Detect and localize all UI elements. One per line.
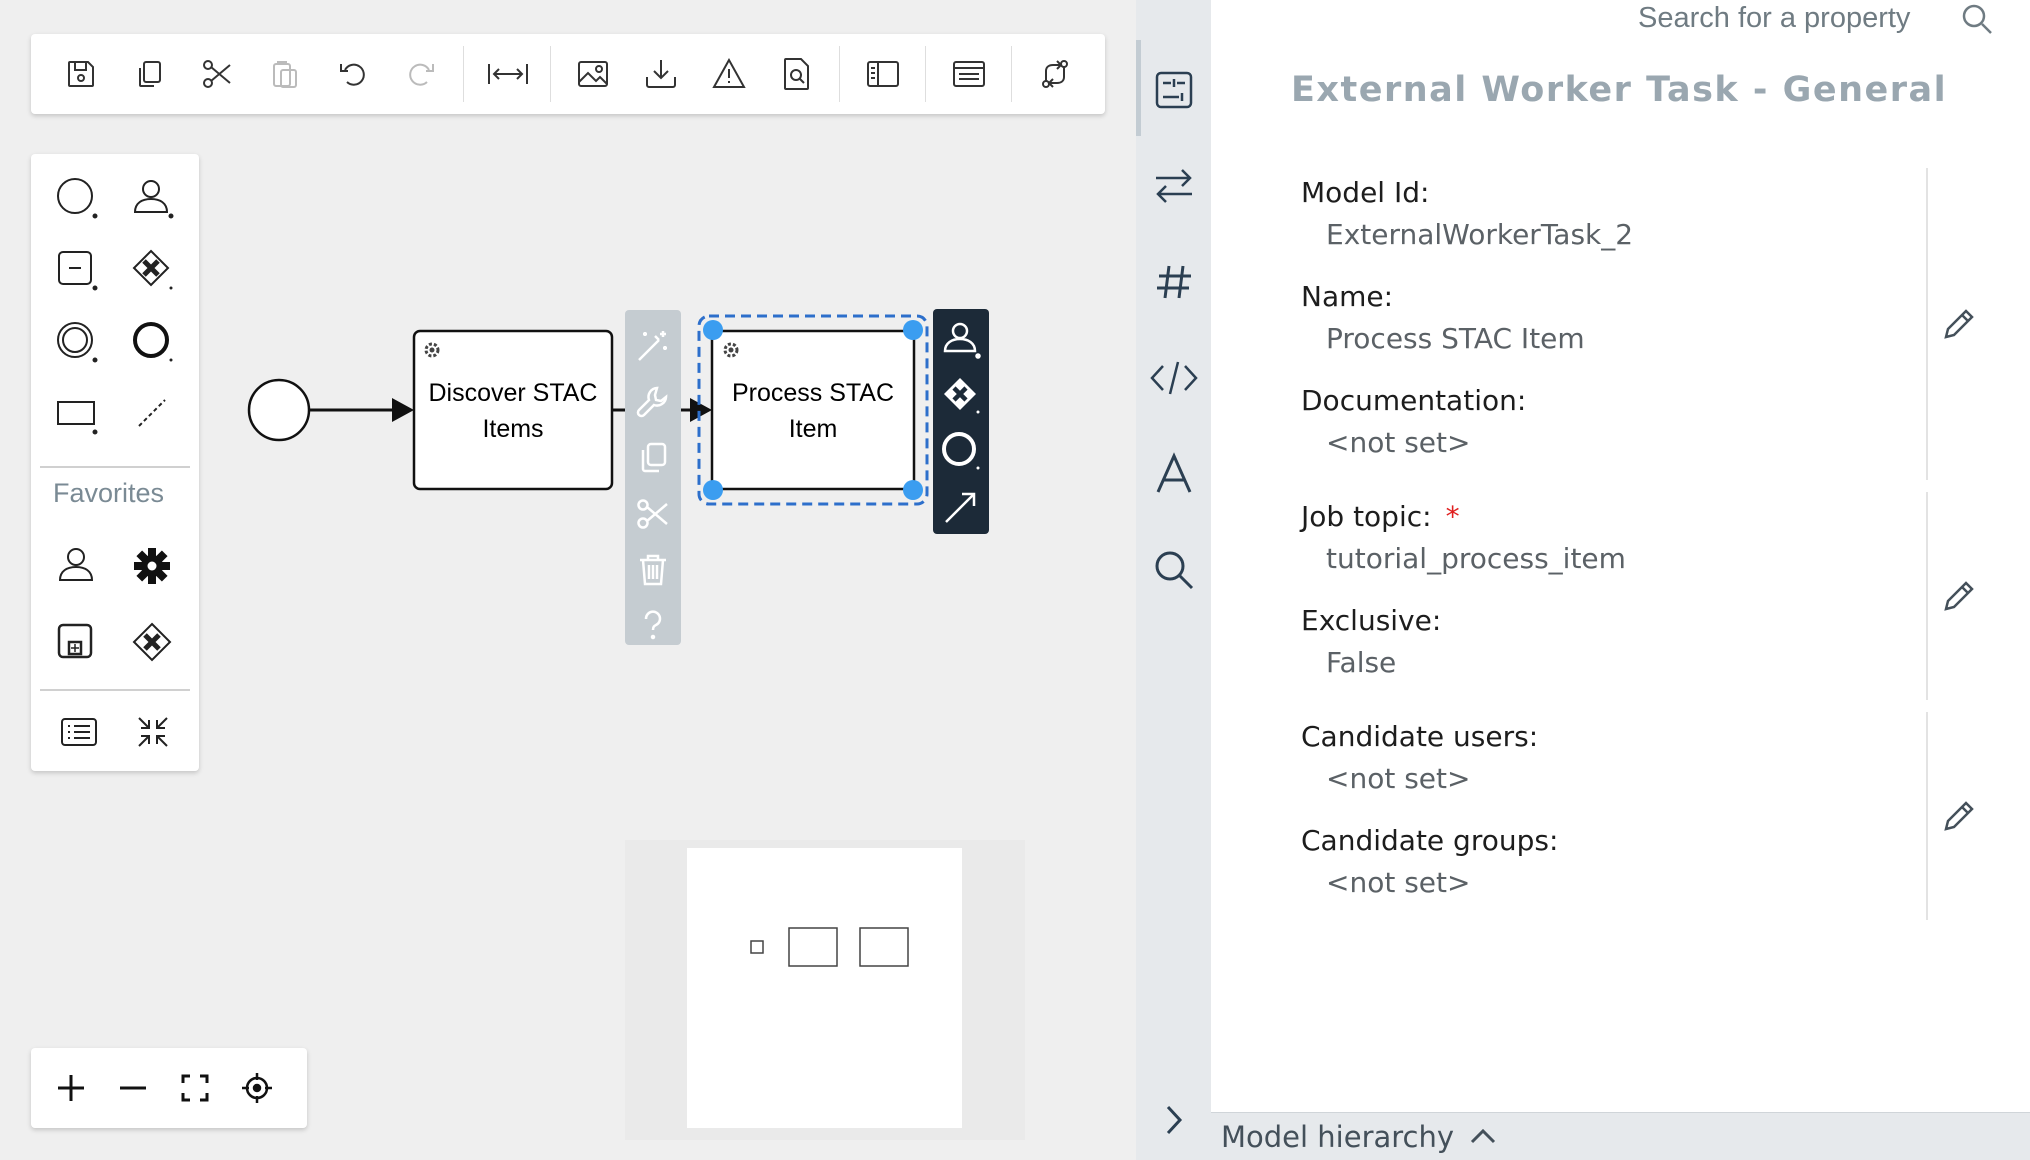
candidate-groups-value: <not set>	[1326, 866, 1471, 899]
name-value: Process STAC Item	[1326, 322, 1585, 355]
model-id-label: Model Id:	[1301, 176, 1430, 209]
fit-to-screen-icon[interactable]	[169, 1062, 221, 1114]
search-tab-icon[interactable]	[1136, 530, 1211, 610]
delete-icon[interactable]	[625, 542, 681, 598]
exclusive-label: Exclusive:	[1301, 604, 1442, 637]
expand-panel-chevron-icon[interactable]	[1136, 1080, 1211, 1160]
candidate-users-value: <not set>	[1326, 762, 1471, 795]
zoom-controls	[31, 1048, 307, 1128]
help-icon[interactable]	[625, 598, 681, 654]
model-hierarchy-bar[interactable]: Model hierarchy	[1211, 1112, 2030, 1160]
job-topic-value: tutorial_process_item	[1326, 542, 1626, 575]
candidate-groups-label: Candidate groups:	[1301, 824, 1559, 857]
documentation-value: <not set>	[1326, 426, 1471, 459]
name-label: Name:	[1301, 280, 1394, 313]
exclusive-value: False	[1326, 646, 1397, 679]
edit-job-pencil-icon[interactable]	[1936, 573, 1982, 619]
required-indicator: *	[1445, 500, 1460, 533]
append-user-task-icon[interactable]	[933, 311, 989, 367]
start-event[interactable]	[247, 378, 311, 442]
search-icon[interactable]	[1961, 2, 1993, 36]
group-divider	[1926, 492, 1928, 700]
property-search-input[interactable]: Search for a property	[1638, 2, 1910, 35]
append-end-event-icon[interactable]	[933, 423, 989, 479]
task-discover-label-line1: Discover STAC	[428, 379, 597, 407]
wrench-icon[interactable]	[625, 374, 681, 430]
hash-tab-icon[interactable]	[1136, 242, 1211, 322]
zoom-out-icon[interactable]	[107, 1062, 159, 1114]
task-process-label-line1: Process STAC	[732, 379, 894, 407]
chevron-up-icon[interactable]	[1469, 1126, 1497, 1146]
candidate-users-label: Candidate users:	[1301, 720, 1539, 753]
group-divider	[1926, 712, 1928, 920]
copy-element-icon[interactable]	[625, 430, 681, 486]
task-process-label-line2: Item	[789, 415, 838, 443]
model-hierarchy-label: Model hierarchy	[1221, 1120, 1455, 1154]
minimap[interactable]	[687, 848, 962, 1128]
context-pad-append	[933, 309, 989, 534]
connect-arrow-icon[interactable]	[933, 479, 989, 535]
edit-assignment-pencil-icon[interactable]	[1936, 793, 1982, 839]
job-topic-label: Job topic: *	[1301, 500, 1460, 533]
model-id-value: ExternalWorkerTask_2	[1326, 218, 1634, 251]
cut-element-icon[interactable]	[625, 486, 681, 542]
task-discover-stac-items[interactable]: Discover STAC Items	[412, 329, 614, 491]
task-process-stac-item[interactable]: Process STAC Item	[710, 329, 916, 491]
task-discover-label-line2: Items	[482, 415, 543, 443]
magic-wand-icon[interactable]	[625, 318, 681, 374]
panel-title: External Worker Task - General	[1291, 70, 1948, 110]
code-tab-icon[interactable]	[1136, 338, 1211, 418]
center-target-icon[interactable]	[231, 1062, 283, 1114]
edit-general-pencil-icon[interactable]	[1936, 301, 1982, 347]
properties-tab-icon[interactable]	[1136, 50, 1211, 130]
append-gateway-icon[interactable]	[933, 367, 989, 423]
sequence-flow-1[interactable]	[310, 398, 414, 422]
transfer-tab-icon[interactable]	[1136, 146, 1211, 226]
documentation-label: Documentation:	[1301, 384, 1527, 417]
zoom-in-icon[interactable]	[45, 1062, 97, 1114]
text-tab-icon[interactable]	[1136, 434, 1211, 514]
group-divider	[1926, 168, 1928, 480]
context-pad-actions	[625, 310, 681, 645]
